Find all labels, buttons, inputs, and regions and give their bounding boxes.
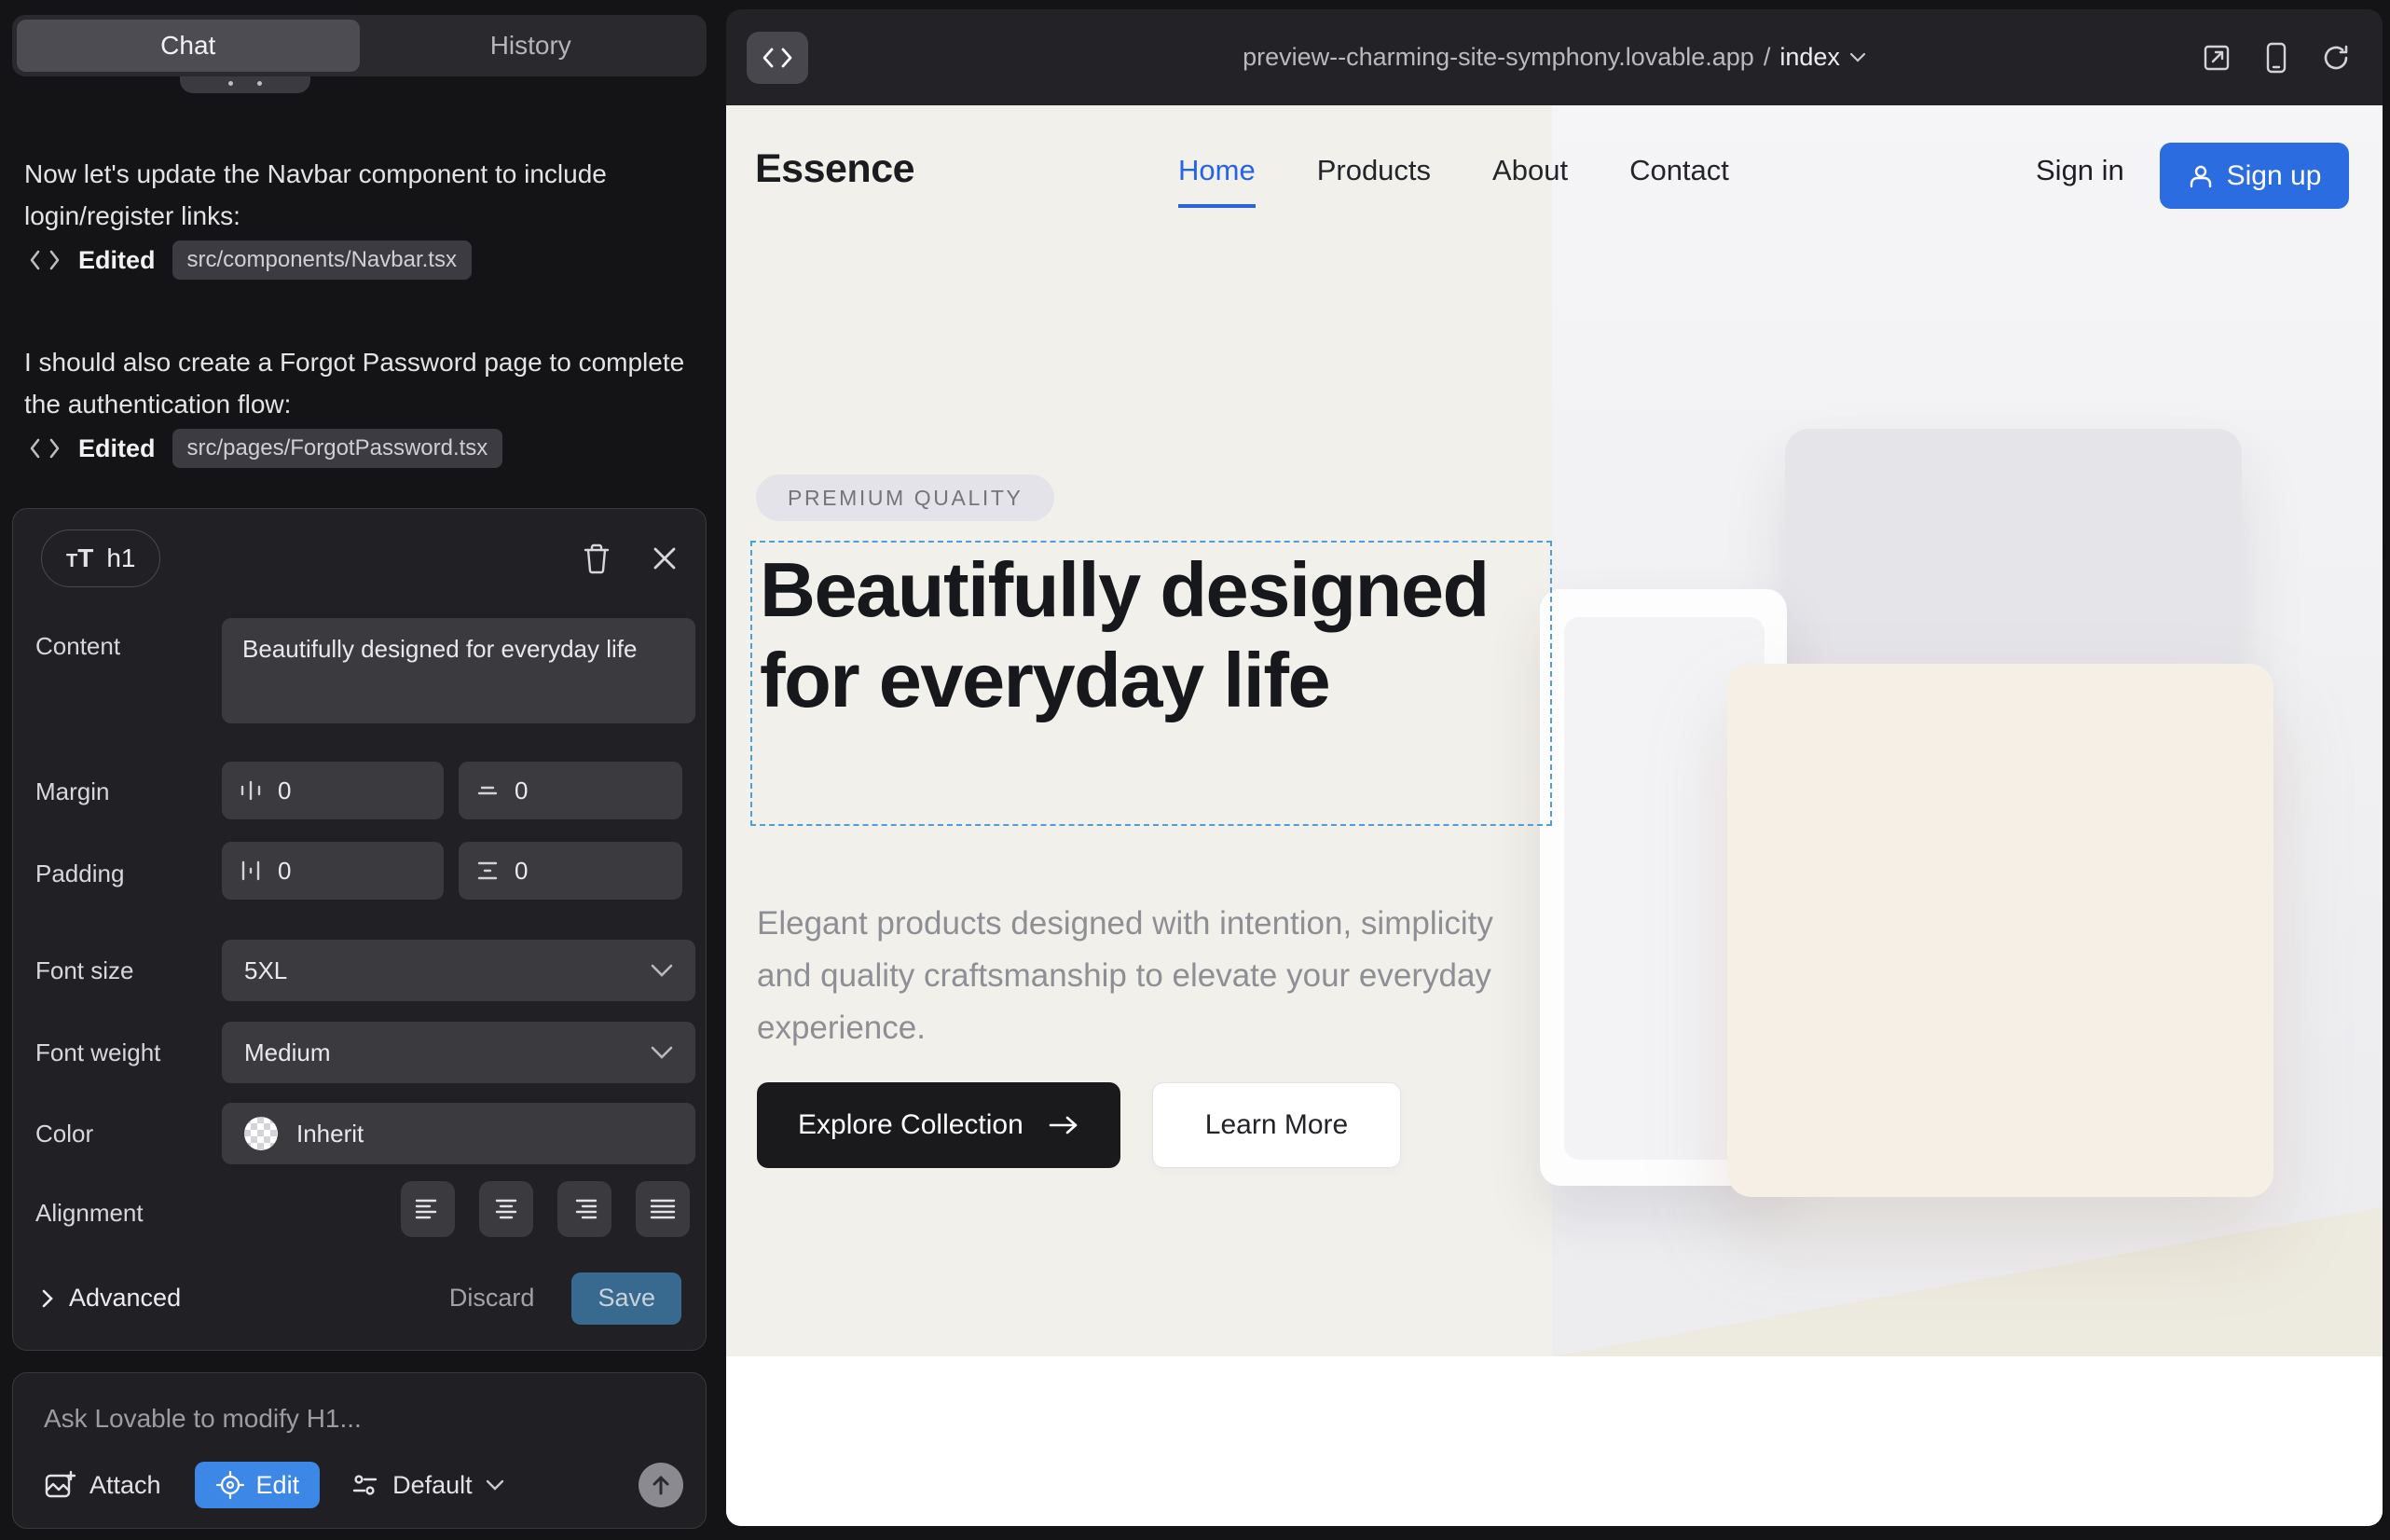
align-left-button[interactable] [401,1181,455,1237]
url-domain: preview--charming-site-symphony.lovable.… [1243,43,1754,72]
chevron-down-icon [486,1479,504,1491]
code-icon [28,248,62,272]
content-textarea[interactable]: Beautifully designed for everyday life [222,618,695,723]
color-select[interactable]: Inherit [222,1103,695,1164]
url-separator: / [1764,43,1771,72]
user-icon [2188,163,2214,189]
nav-link-contact[interactable]: Contact [1629,154,1729,187]
explore-collection-button[interactable]: Explore Collection [757,1082,1120,1168]
delete-element-button[interactable] [583,543,611,574]
chevron-down-icon [651,1046,673,1059]
composer-input[interactable]: Ask Lovable to modify H1... [44,1404,362,1434]
advanced-toggle[interactable]: Advanced [41,1284,181,1313]
lovable-app: Chat History Now let's update the Navbar… [0,0,2390,1540]
padding-vertical-input[interactable]: 0 [459,842,682,900]
tab-chat[interactable]: Chat [17,20,360,72]
alignment-buttons [401,1181,690,1237]
edit-mode-button[interactable]: Edit [195,1462,321,1508]
image-attach-icon [44,1469,76,1501]
chevron-down-icon [1849,52,1866,62]
send-button[interactable] [639,1463,683,1507]
sign-in-link[interactable]: Sign in [2036,154,2124,187]
alignment-label: Alignment [35,1199,144,1228]
tab-history[interactable]: History [360,20,703,72]
chat-message: Now let's update the Navbar component to… [24,153,686,238]
align-center-button[interactable] [479,1181,533,1237]
nav-link-products[interactable]: Products [1317,154,1431,187]
align-right-button[interactable] [557,1181,611,1237]
target-icon [215,1470,245,1500]
hero-heading[interactable]: Beautifully designed for everyday life [760,544,1550,725]
model-mode-select[interactable]: Default [351,1471,504,1500]
margin-horizontal-input[interactable]: 0 [222,762,444,819]
content-label: Content [35,632,120,661]
sign-up-button[interactable]: Sign up [2160,143,2349,209]
preview-toolbar: preview--charming-site-symphony.lovable.… [726,9,2383,105]
code-view-toggle[interactable] [747,32,840,84]
chat-sidebar: Chat History Now let's update the Navbar… [0,0,726,1540]
save-button[interactable]: Save [571,1272,681,1325]
site-logo[interactable]: Essence [755,146,914,192]
close-panel-icon[interactable] [652,545,678,571]
next-section [726,1356,2383,1526]
refresh-icon[interactable] [2321,43,2351,73]
chat-message: I should also create a Forgot Password p… [24,341,686,426]
learn-more-button[interactable]: Learn More [1152,1082,1401,1168]
attach-button[interactable]: Attach [44,1469,161,1501]
margin-label: Margin [35,777,109,806]
h1-selection-outline[interactable]: Beautifully designed for everyday life [750,541,1552,826]
edited-file-row: Edited src/components/Navbar.tsx [28,241,472,280]
premium-quality-badge: PREMIUM QUALITY [756,474,1054,521]
chat-history-tabs: Chat History [12,15,707,76]
chevron-right-icon [41,1288,54,1309]
margin-horizontal-icon [239,778,263,803]
nav-link-about[interactable]: About [1492,154,1568,187]
color-label: Color [35,1120,93,1148]
decorative-card-cream [1727,664,2273,1197]
font-weight-label: Font weight [35,1038,160,1067]
preview-window: preview--charming-site-symphony.lovable.… [726,9,2383,1526]
edited-label: Edited [78,434,156,463]
margin-vertical-input[interactable]: 0 [459,762,682,819]
element-tag: h1 [106,543,135,573]
preview-url[interactable]: preview--charming-site-symphony.lovable.… [1243,43,1866,72]
padding-label: Padding [35,859,124,888]
discard-button[interactable]: Discard [449,1284,535,1313]
arrow-right-icon [1048,1114,1079,1136]
open-in-new-tab-icon[interactable] [2202,43,2232,73]
chat-composer[interactable]: Ask Lovable to modify H1... Attach [12,1372,707,1529]
arrow-up-icon [651,1474,671,1496]
site-preview: Essence Home Products About Contact Sign… [726,105,2383,1526]
type-icon: TT [66,543,93,573]
transparency-swatch-icon [244,1117,278,1150]
padding-vertical-icon [475,859,500,883]
mobile-view-icon[interactable] [2265,42,2287,74]
selected-element-badge: TT h1 [41,529,160,587]
edited-file-chip[interactable]: src/pages/ForgotPassword.tsx [172,429,503,468]
site-navbar: Essence Home Products About Contact Sign… [726,105,2383,231]
padding-horizontal-icon [239,859,263,883]
edited-file-row: Edited src/pages/ForgotPassword.tsx [28,429,502,468]
url-page: index [1779,43,1840,72]
font-weight-select[interactable]: Medium [222,1022,695,1083]
chevron-down-icon [651,964,673,977]
code-icon[interactable] [747,32,808,84]
font-size-label: Font size [35,956,134,985]
edited-file-chip[interactable]: src/components/Navbar.tsx [172,241,472,280]
edited-label: Edited [78,246,156,275]
hero-description: Elegant products designed with intention… [757,898,1503,1054]
margin-vertical-icon [475,778,500,803]
sliders-icon [351,1472,379,1498]
font-size-select[interactable]: 5XL [222,940,695,1001]
align-justify-button[interactable] [636,1181,690,1237]
code-icon [28,436,62,461]
padding-horizontal-input[interactable]: 0 [222,842,444,900]
element-inspector-panel: TT h1 Co [12,508,707,1351]
nav-link-home[interactable]: Home [1178,154,1256,187]
